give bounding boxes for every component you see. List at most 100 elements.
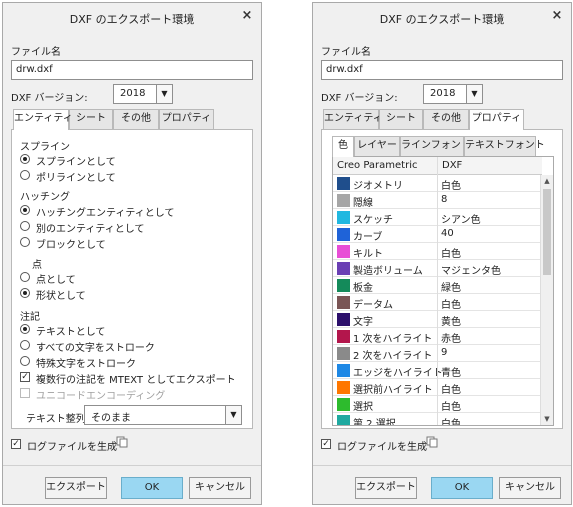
- radio-hatch-as-block[interactable]: [20, 237, 30, 247]
- dxf-version-select[interactable]: 2018 ▼: [113, 84, 173, 104]
- color-swatch: [337, 262, 350, 275]
- hatching-option-label: ブロックとして: [36, 240, 106, 251]
- color-swatch: [337, 347, 350, 360]
- tab-entities[interactable]: エンティティ: [323, 109, 383, 129]
- color-swatch: [337, 364, 350, 377]
- scrollbar-thumb[interactable]: [543, 189, 551, 275]
- footer-divider: [313, 465, 571, 466]
- creo-item-name: データム: [353, 300, 393, 311]
- subtab-layer[interactable]: レイヤー: [354, 136, 400, 156]
- dxf-color-value[interactable]: 黄色: [441, 313, 461, 328]
- close-icon[interactable]: ×: [549, 8, 565, 24]
- color-swatch: [337, 313, 350, 326]
- filename-label: ファイル名: [11, 47, 61, 58]
- checkbox-unicode[interactable]: [20, 388, 30, 398]
- ok-button[interactable]: OK: [431, 477, 493, 499]
- column-divider: [437, 157, 438, 425]
- checkbox-logfile[interactable]: ✓: [11, 439, 21, 449]
- point-option-label: 点として: [36, 275, 76, 286]
- export-settings-dialog-entities: DXF のエクスポート環境 × ファイル名 drw.dxf DXF バージョン:…: [2, 2, 262, 505]
- filename-input[interactable]: drw.dxf: [11, 60, 253, 80]
- note-heading: 注記: [20, 312, 40, 323]
- radio-point-as-shape[interactable]: [20, 288, 30, 298]
- creo-item-name: カーブ: [353, 232, 383, 243]
- creo-item-name: スケッチ: [353, 215, 393, 226]
- checkbox-mtext[interactable]: ✓: [20, 372, 30, 382]
- color-swatch: [337, 415, 350, 425]
- tab-sheet[interactable]: シート: [69, 109, 113, 129]
- subtab-linefont[interactable]: ラインフォント: [400, 136, 471, 156]
- cancel-button[interactable]: キャンセル: [499, 477, 561, 499]
- dxf-color-value[interactable]: 白色: [441, 415, 461, 425]
- dxf-color-value[interactable]: 白色: [441, 398, 461, 413]
- file-view-icon[interactable]: [116, 436, 128, 448]
- creo-item-name: 隠線: [353, 198, 373, 209]
- dxf-version-label: DXF バージョン:: [11, 93, 88, 104]
- creo-item-name: 選択前ハイライト: [353, 385, 433, 396]
- color-mapping-table: Creo Parametric DXF ジオメトリ 白色 隠線 8 スケッチ シアン色 カー…: [332, 156, 554, 426]
- dxf-color-value[interactable]: 白色: [441, 245, 461, 260]
- title-bar: DXF のエクスポート環境 ×: [3, 3, 261, 31]
- subtab-color[interactable]: 色: [332, 136, 354, 157]
- scroll-down-icon[interactable]: ▼: [541, 413, 553, 425]
- text-align-label: テキスト整列: [26, 414, 86, 425]
- scroll-up-icon[interactable]: ▲: [541, 175, 553, 187]
- file-view-icon[interactable]: [426, 436, 438, 448]
- radio-note-stroke-all[interactable]: [20, 340, 30, 350]
- tab-properties[interactable]: プロパティ: [469, 109, 524, 130]
- entities-panel: スプライン スプラインとして ポリラインとして ハッチング ハッチングエンティテ…: [11, 129, 253, 429]
- radio-note-stroke-special[interactable]: [20, 356, 30, 366]
- dxf-color-value[interactable]: 緑色: [441, 279, 461, 294]
- hatching-heading: ハッチング: [20, 192, 70, 203]
- tab-other[interactable]: その他: [423, 109, 469, 129]
- color-swatch: [337, 211, 350, 224]
- point-heading: 点: [32, 260, 42, 271]
- creo-item-name: 選択: [353, 402, 373, 413]
- cancel-button[interactable]: キャンセル: [189, 477, 251, 499]
- export-settings-dialog-properties: DXF のエクスポート環境 × ファイル名 drw.dxf DXF バージョン:…: [312, 2, 572, 505]
- tab-sheet[interactable]: シート: [379, 109, 423, 129]
- radio-point-as-point[interactable]: [20, 272, 30, 282]
- tab-bar: エンティティ シート その他 プロパティ: [323, 109, 563, 130]
- dialog-title: DXF のエクスポート環境: [379, 13, 505, 26]
- dxf-color-value[interactable]: 青色: [441, 364, 461, 379]
- dxf-color-value[interactable]: マジェンタ色: [441, 262, 501, 277]
- dxf-color-value[interactable]: 白色: [441, 381, 461, 396]
- radio-spline-as-spline[interactable]: [20, 154, 30, 164]
- export-button[interactable]: エクスポート: [355, 477, 417, 499]
- export-button[interactable]: エクスポート: [45, 477, 107, 499]
- tab-bar: エンティティ シート その他 プロパティ: [13, 109, 253, 130]
- color-swatch: [337, 194, 350, 207]
- hatching-option-label: 別のエンティティとして: [36, 224, 145, 235]
- radio-hatch-as-entity[interactable]: [20, 205, 30, 215]
- tab-entities[interactable]: エンティティ: [13, 109, 73, 130]
- color-swatch: [337, 245, 350, 258]
- text-align-select[interactable]: そのまま ▼: [84, 405, 242, 425]
- creo-item-name: 文字: [353, 317, 373, 328]
- radio-hatch-as-separate[interactable]: [20, 221, 30, 231]
- vertical-scrollbar[interactable]: ▲ ▼: [540, 175, 553, 425]
- ok-button[interactable]: OK: [121, 477, 183, 499]
- color-swatch: [337, 177, 350, 190]
- dxf-version-select[interactable]: 2018 ▼: [423, 84, 483, 104]
- note-option-label: すべての文字をストローク: [36, 343, 155, 354]
- dxf-color-value[interactable]: シアン色: [441, 211, 481, 226]
- dxf-version-label: DXF バージョン:: [321, 93, 398, 104]
- radio-spline-as-polyline[interactable]: [20, 170, 30, 180]
- logfile-label: ログファイルを生成: [337, 442, 427, 453]
- dxf-color-value[interactable]: 8: [441, 194, 447, 205]
- dxf-color-value[interactable]: 白色: [441, 177, 461, 192]
- color-swatch: [337, 381, 350, 394]
- checkbox-logfile[interactable]: ✓: [321, 439, 331, 449]
- hatching-option-label: ハッチングエンティティとして: [36, 208, 175, 219]
- close-icon[interactable]: ×: [239, 8, 255, 24]
- dxf-color-value[interactable]: 9: [441, 347, 447, 358]
- dxf-color-value[interactable]: 白色: [441, 296, 461, 311]
- subtab-textfont[interactable]: テキストフォント: [464, 136, 545, 156]
- tab-other[interactable]: その他: [113, 109, 159, 129]
- dxf-color-value[interactable]: 赤色: [441, 330, 461, 345]
- filename-input[interactable]: drw.dxf: [321, 60, 563, 80]
- dxf-color-value[interactable]: 40: [441, 228, 454, 239]
- radio-note-as-text[interactable]: [20, 324, 30, 334]
- tab-properties[interactable]: プロパティ: [159, 109, 214, 129]
